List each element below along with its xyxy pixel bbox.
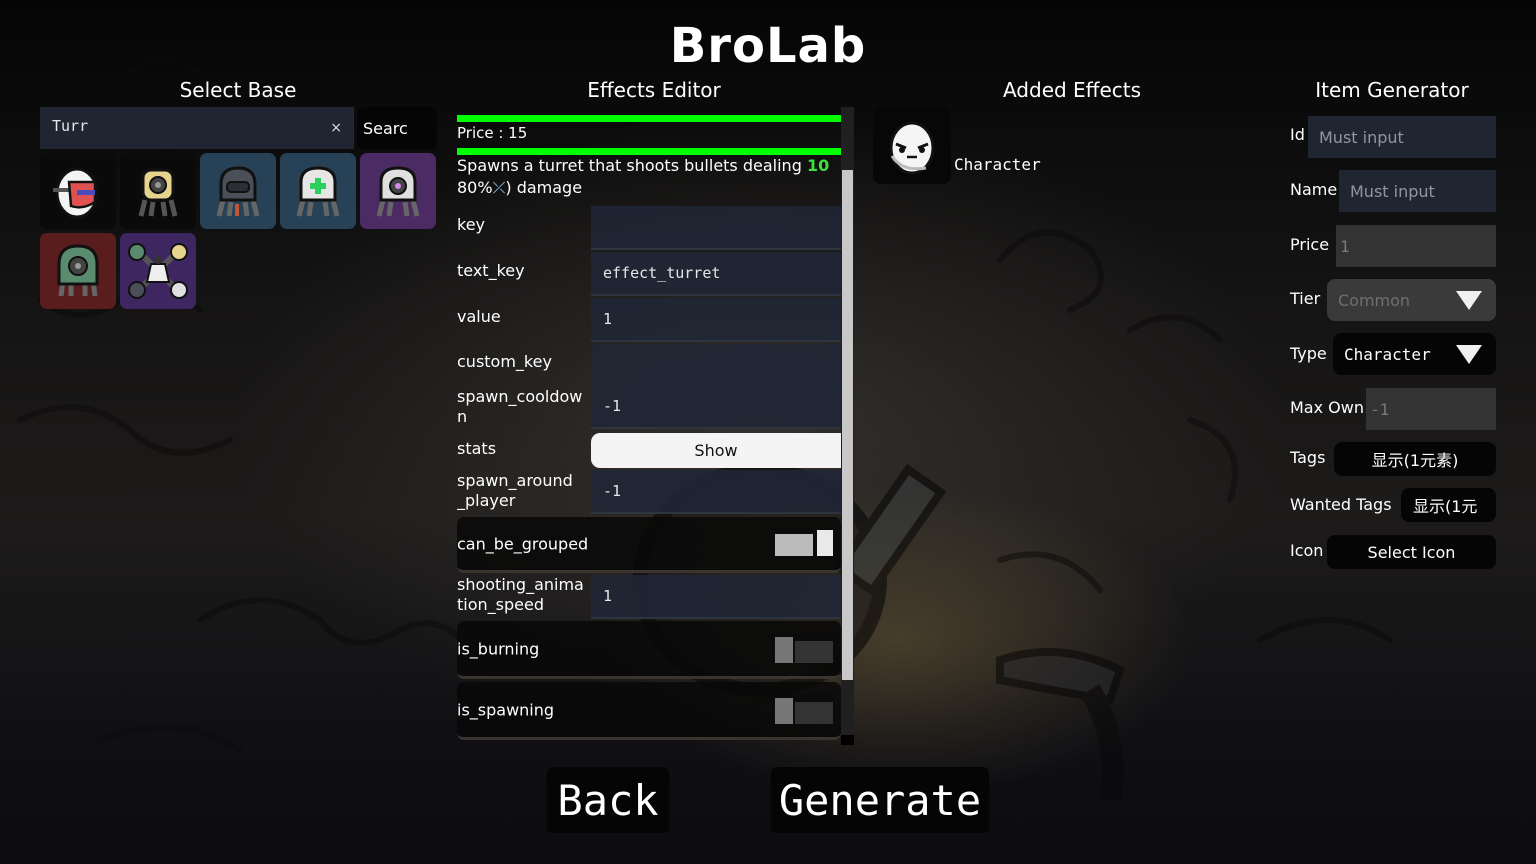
item-generator-title: Item Generator — [1315, 78, 1469, 102]
type-selected: Character — [1344, 344, 1431, 364]
field-label-value: value — [457, 307, 501, 326]
icon-label: Icon — [1290, 541, 1324, 560]
base-item-turret-visor[interactable] — [200, 153, 276, 229]
chevron-down-icon — [1456, 345, 1482, 364]
field-label-custom-key: custom_key — [457, 352, 552, 371]
turret-visor-icon — [216, 166, 260, 217]
toggle-row-is-burning: is_burning — [457, 621, 841, 679]
clear-search-icon[interactable]: × — [330, 120, 342, 136]
max-own-input[interactable]: -1 — [1366, 388, 1496, 430]
base-item-turret-yellow[interactable] — [120, 153, 196, 229]
effects-editor-title: Effects Editor — [587, 78, 721, 102]
separator-bar — [457, 115, 841, 122]
field-input-spawn-cooldown[interactable]: -1 — [591, 385, 841, 429]
added-effect-label: Character — [954, 155, 1041, 174]
tags-button[interactable]: 显示(1元素) — [1334, 442, 1496, 476]
type-dropdown[interactable]: Character — [1333, 333, 1496, 375]
search-input-value[interactable]: Turr — [52, 117, 330, 135]
type-label: Type — [1290, 344, 1327, 363]
toggle-label-can-be-grouped: can_be_grouped — [457, 534, 589, 553]
search-button[interactable]: Searc — [357, 107, 437, 149]
field-input-key[interactable] — [591, 206, 841, 250]
field-input-value[interactable]: 1 — [591, 298, 841, 342]
effects-editor-scrollbar[interactable] — [841, 107, 854, 745]
wanted-tags-button[interactable]: 显示(1元 — [1401, 488, 1496, 522]
toggle-label-is-spawning: is_spawning — [457, 700, 555, 719]
base-item-turret-purple-core[interactable] — [360, 153, 436, 229]
base-item-masked-egg[interactable] — [40, 153, 116, 229]
toggle-knob — [775, 636, 793, 663]
field-input-text-key[interactable]: effect_turret — [591, 252, 841, 296]
can-be-grouped-toggle[interactable] — [771, 527, 835, 560]
field-label-key: key — [457, 215, 486, 234]
toggle-track — [795, 701, 833, 724]
field-input-custom-key[interactable] — [591, 344, 841, 388]
stats-show-button[interactable]: Show — [591, 433, 841, 468]
field-label-spawn-around-player: spawn_around _player — [457, 471, 573, 510]
tier-dropdown[interactable]: Common — [1327, 279, 1496, 321]
field-input-shooting-animation-speed[interactable]: 1 — [591, 575, 841, 619]
toggle-label-is-burning: is_burning — [457, 639, 540, 658]
turret-yellow-icon — [138, 168, 178, 217]
turret-purple-core-icon — [376, 166, 420, 217]
base-search-input[interactable]: Turr × — [40, 107, 354, 149]
toggle-track — [795, 640, 833, 663]
name-label: Name — [1290, 180, 1338, 199]
turret-cluster-icon — [128, 243, 188, 299]
tags-label: Tags — [1290, 448, 1326, 467]
is-spawning-toggle[interactable] — [771, 693, 835, 726]
effect-description: Spawns a turret that shoots bullets deal… — [457, 156, 830, 197]
effects-editor-panel[interactable]: Price : 15 Spawns a turret that shoots b… — [457, 107, 854, 745]
field-label-text-key: text_key — [457, 261, 525, 280]
tier-selected: Common — [1338, 290, 1411, 310]
field-label-spawn-cooldown: spawn_cooldow n — [457, 387, 583, 426]
chevron-down-icon — [1456, 291, 1482, 310]
id-input[interactable]: Must input — [1308, 116, 1496, 158]
scrollbar-thumb[interactable] — [842, 170, 853, 680]
turret-healing-icon — [296, 166, 340, 217]
scrollbar-end — [841, 735, 854, 745]
character-egg-icon — [873, 107, 951, 184]
toggle-row-is-spawning: is_spawning — [457, 682, 841, 740]
damage-value: 10 — [806, 156, 830, 175]
select-base-title: Select Base — [179, 78, 297, 102]
name-input[interactable]: Must input — [1339, 170, 1496, 212]
tier-label: Tier — [1290, 289, 1321, 308]
field-label-stats: stats — [457, 439, 497, 458]
base-item-turret-cluster[interactable] — [120, 233, 196, 309]
added-effects-title: Added Effects — [1002, 78, 1142, 102]
wanted-tags-label: Wanted Tags — [1290, 495, 1392, 514]
field-label-shooting-animation-speed: shooting_anima tion_speed — [457, 575, 584, 614]
generate-button[interactable]: Generate — [771, 767, 989, 833]
toggle-track — [775, 533, 813, 556]
turret-green-icon — [57, 244, 99, 297]
base-item-turret-healing[interactable] — [280, 153, 356, 229]
app-title: BroLab — [669, 18, 867, 74]
max-own-label: Max Own — [1290, 398, 1364, 417]
id-label: Id — [1290, 125, 1305, 144]
price-label: Price — [1290, 235, 1330, 254]
effect-price: Price : 15 — [457, 124, 528, 142]
select-icon-button[interactable]: Select Icon — [1327, 535, 1496, 569]
field-input-spawn-around-player[interactable]: -1 — [591, 470, 841, 514]
toggle-row-can-be-grouped: can_be_grouped — [457, 517, 841, 573]
base-item-turret-green[interactable] — [40, 233, 116, 309]
toggle-knob — [775, 697, 793, 724]
masked-egg-icon — [53, 167, 99, 219]
toggle-knob — [817, 529, 833, 556]
back-button[interactable]: Back — [547, 767, 669, 833]
ranged-damage-icon: ⤫ — [492, 178, 506, 197]
price-input[interactable]: 1 — [1336, 225, 1496, 267]
is-burning-toggle[interactable] — [771, 632, 835, 665]
separator-bar — [457, 148, 841, 155]
